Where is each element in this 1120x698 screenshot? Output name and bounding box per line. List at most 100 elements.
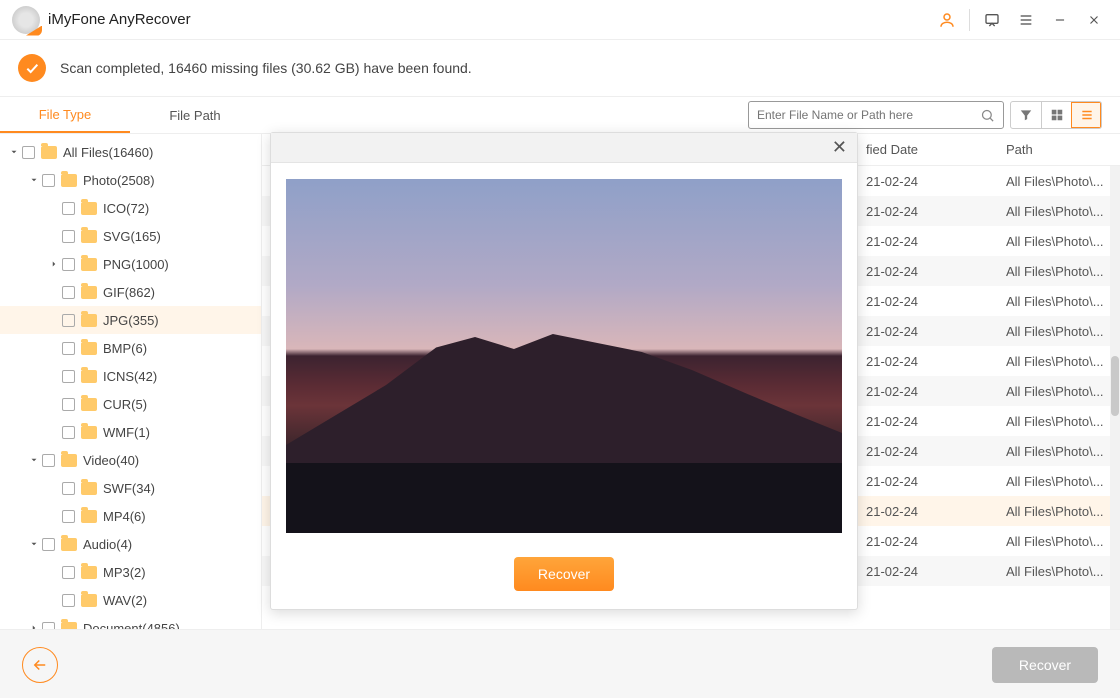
tree-item[interactable]: All Files(16460) [0, 138, 261, 166]
back-button[interactable] [22, 647, 58, 683]
tree-item[interactable]: Document(4856) [0, 614, 261, 629]
caret-icon[interactable] [48, 202, 60, 214]
folder-icon [61, 538, 77, 551]
checkbox[interactable] [42, 538, 55, 551]
tree-item[interactable]: Audio(4) [0, 530, 261, 558]
caret-icon[interactable] [28, 622, 40, 629]
caret-icon[interactable] [48, 510, 60, 522]
checkbox[interactable] [62, 230, 75, 243]
file-tree[interactable]: All Files(16460)Photo(2508)ICO(72) SVG(16… [0, 134, 262, 629]
list-view-icon[interactable] [1071, 102, 1101, 128]
checkbox[interactable] [62, 286, 75, 299]
checkbox[interactable] [42, 174, 55, 187]
checkbox[interactable] [42, 454, 55, 467]
grid-view-icon[interactable] [1041, 102, 1071, 128]
close-icon[interactable] [1080, 6, 1108, 34]
checkbox[interactable] [62, 202, 75, 215]
folder-icon [81, 370, 97, 383]
tree-item[interactable]: WMF(1) [0, 418, 261, 446]
tree-label: SVG(165) [103, 229, 161, 244]
caret-icon[interactable] [28, 538, 40, 550]
recover-button[interactable]: Recover [992, 647, 1098, 683]
caret-icon[interactable] [8, 146, 20, 158]
search-input[interactable] [757, 108, 980, 122]
feedback-icon[interactable] [978, 6, 1006, 34]
checkbox[interactable] [62, 370, 75, 383]
cell-date: 21-02-24 [858, 234, 998, 249]
tree-item[interactable]: PNG(1000) [0, 250, 261, 278]
tree-item[interactable]: SVG(165) [0, 222, 261, 250]
search-icon[interactable] [980, 108, 995, 123]
caret-icon[interactable] [48, 482, 60, 494]
tree-item[interactable]: ICNS(42) [0, 362, 261, 390]
tab-file-path[interactable]: File Path [130, 97, 260, 133]
tree-item[interactable]: WAV(2) [0, 586, 261, 614]
checkbox[interactable] [62, 258, 75, 271]
checkbox[interactable] [62, 398, 75, 411]
col-modified[interactable]: fied Date [858, 142, 998, 158]
caret-icon[interactable] [48, 314, 60, 326]
search-box[interactable] [748, 101, 1004, 129]
caret-icon[interactable] [48, 230, 60, 242]
cell-path: All Files\Photo\... [998, 204, 1120, 219]
folder-icon [81, 510, 97, 523]
checkbox[interactable] [62, 482, 75, 495]
checkbox[interactable] [62, 314, 75, 327]
tab-file-type[interactable]: File Type [0, 97, 130, 133]
folder-icon [41, 146, 57, 159]
preview-body [271, 163, 857, 539]
tree-item[interactable]: JPG(355) [0, 306, 261, 334]
tree-label: BMP(6) [103, 341, 147, 356]
caret-icon[interactable] [48, 566, 60, 578]
checkbox[interactable] [62, 342, 75, 355]
caret-icon[interactable] [48, 426, 60, 438]
col-path[interactable]: Path [998, 142, 1120, 158]
checkbox[interactable] [42, 622, 55, 630]
account-icon[interactable] [933, 6, 961, 34]
menu-icon[interactable] [1012, 6, 1040, 34]
caret-icon[interactable] [48, 370, 60, 382]
tree-item[interactable]: CUR(5) [0, 390, 261, 418]
cell-date: 21-02-24 [858, 384, 998, 399]
preview-recover-button[interactable]: Recover [514, 557, 614, 591]
tree-label: MP3(2) [103, 565, 146, 580]
cell-date: 21-02-24 [858, 534, 998, 549]
caret-icon[interactable] [28, 454, 40, 466]
checkbox[interactable] [62, 594, 75, 607]
tree-label: CUR(5) [103, 397, 147, 412]
caret-icon[interactable] [48, 398, 60, 410]
tree-item[interactable]: GIF(862) [0, 278, 261, 306]
minimize-icon[interactable] [1046, 6, 1074, 34]
caret-icon[interactable] [48, 258, 60, 270]
tree-item[interactable]: Video(40) [0, 446, 261, 474]
tree-item[interactable]: Photo(2508) [0, 166, 261, 194]
preview-panel: ✕ Recover [270, 132, 858, 610]
caret-icon[interactable] [48, 594, 60, 606]
tree-item[interactable]: MP3(2) [0, 558, 261, 586]
cell-date: 21-02-24 [858, 294, 998, 309]
titlebar: iMyFone AnyRecover [0, 0, 1120, 40]
folder-icon [81, 286, 97, 299]
caret-icon[interactable] [48, 286, 60, 298]
filter-icon[interactable] [1011, 102, 1041, 128]
tree-item[interactable]: ICO(72) [0, 194, 261, 222]
tree-label: PNG(1000) [103, 257, 169, 272]
cell-path: All Files\Photo\... [998, 444, 1120, 459]
cell-date: 21-02-24 [858, 414, 998, 429]
caret-icon[interactable] [28, 174, 40, 186]
folder-icon [81, 594, 97, 607]
scrollbar[interactable] [1110, 166, 1120, 629]
cell-path: All Files\Photo\... [998, 384, 1120, 399]
folder-icon [81, 566, 97, 579]
tree-item[interactable]: SWF(34) [0, 474, 261, 502]
close-icon[interactable]: ✕ [832, 137, 847, 158]
cell-path: All Files\Photo\... [998, 354, 1120, 369]
checkbox[interactable] [62, 426, 75, 439]
checkbox[interactable] [22, 146, 35, 159]
checkbox[interactable] [62, 510, 75, 523]
cell-path: All Files\Photo\... [998, 564, 1120, 579]
checkbox[interactable] [62, 566, 75, 579]
tree-item[interactable]: BMP(6) [0, 334, 261, 362]
caret-icon[interactable] [48, 342, 60, 354]
tree-item[interactable]: MP4(6) [0, 502, 261, 530]
